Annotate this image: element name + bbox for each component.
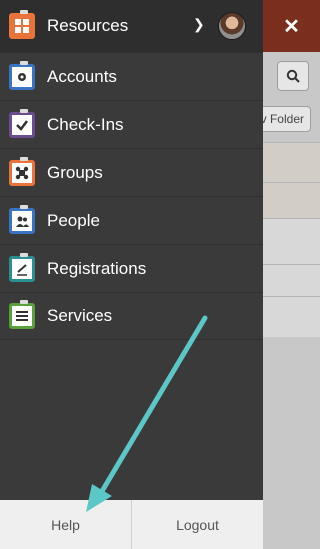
search-icon [286, 69, 300, 83]
search-button[interactable] [277, 61, 309, 91]
groups-icon [9, 156, 35, 186]
grid-icon [15, 19, 29, 33]
logout-button[interactable]: Logout [132, 500, 263, 549]
background-row [263, 296, 320, 337]
menu-label: Groups [47, 162, 103, 182]
background-row [263, 182, 320, 219]
background-row [263, 218, 320, 265]
menu-item-services[interactable]: Services [0, 292, 263, 340]
menu-item-check-ins[interactable]: Check-Ins [0, 100, 263, 148]
background-row [263, 142, 320, 183]
menu-label: Accounts [47, 66, 117, 86]
clipboard-clip [20, 108, 28, 113]
drawer-footer: Help Logout [0, 500, 263, 549]
help-button[interactable]: Help [0, 500, 132, 549]
pen-icon [9, 252, 35, 282]
list-icon [9, 300, 35, 329]
menu-item-registrations[interactable]: Registrations [0, 244, 263, 292]
people-icon [9, 204, 35, 234]
menu-item-groups[interactable]: Groups [0, 148, 263, 196]
background-row [263, 264, 320, 297]
menu-item-accounts[interactable]: Accounts [0, 52, 263, 100]
menu-label: Check-Ins [47, 114, 124, 134]
chevron-down-icon[interactable]: ❯ [193, 16, 205, 33]
new-folder-button[interactable]: v Folder [263, 106, 311, 132]
background-page: ✕ v Folder [263, 0, 320, 549]
clipboard-clip [20, 10, 28, 14]
menu-item-people[interactable]: People [0, 196, 263, 244]
clipboard-clip [20, 60, 28, 65]
clipboard-clip [20, 204, 28, 209]
drawer-header[interactable]: Resources ❯ [0, 0, 263, 52]
menu-label: Registrations [47, 258, 147, 278]
navigation-drawer: Resources ❯ Accounts Check-Ins Groups Pe… [0, 0, 263, 549]
clipboard-clip [20, 156, 28, 161]
clipboard-clip [20, 252, 28, 257]
menu-label: People [47, 210, 100, 230]
menu-label: Services [47, 306, 113, 325]
drawer-title: Resources [47, 16, 129, 35]
resources-icon [9, 10, 35, 39]
clipboard-clip [20, 300, 28, 304]
close-icon[interactable]: ✕ [263, 0, 320, 52]
gear-icon [9, 60, 35, 90]
user-avatar[interactable] [218, 12, 246, 40]
checkmark-icon [9, 108, 35, 138]
